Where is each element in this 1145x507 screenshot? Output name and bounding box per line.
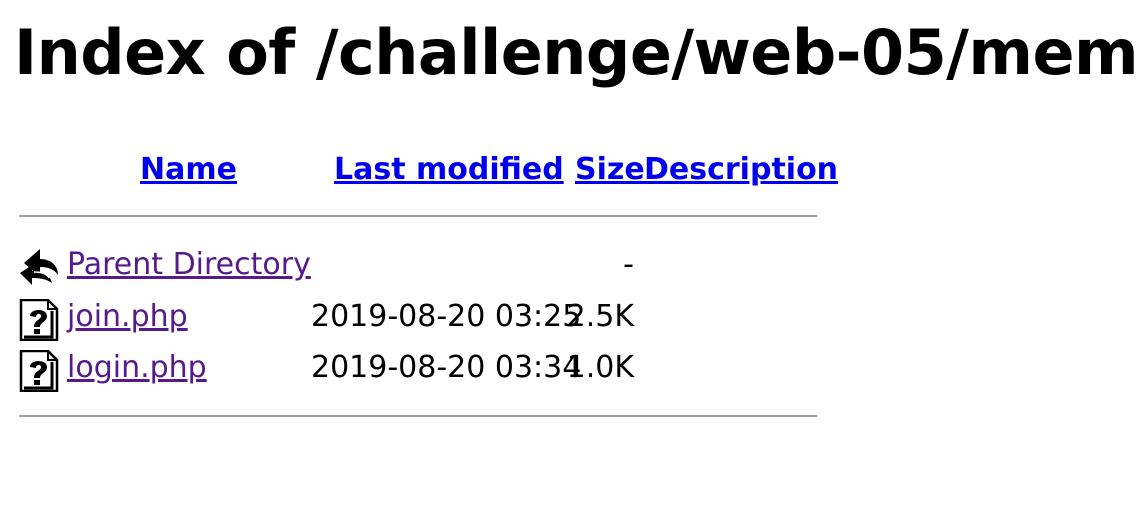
file-name: Parent Directory — [67, 247, 311, 283]
file-name: join.php — [67, 299, 188, 335]
sort-by-description-link[interactable]: Description — [644, 152, 838, 187]
table-row: Parent Directory - — [0, 243, 1145, 289]
column-header-size: Size — [575, 152, 645, 188]
file-size: - — [623, 247, 634, 282]
header-divider — [19, 215, 817, 217]
file-size: 2.5K — [566, 299, 634, 334]
footer-divider — [19, 415, 817, 417]
directory-listing-page: Index of /challenge/web-05/mem Name Last… — [0, 0, 1145, 507]
unknown-file-icon — [19, 350, 59, 392]
parent-directory-link[interactable]: Parent Directory — [67, 247, 311, 282]
file-size: 1.0K — [566, 350, 634, 385]
file-name: login.php — [67, 350, 207, 386]
back-arrow-icon — [20, 249, 58, 285]
column-header-last-modified: Last modified — [334, 152, 564, 188]
unknown-file-icon — [19, 299, 59, 341]
column-header-name: Name — [140, 152, 237, 188]
sort-by-size-link[interactable]: Size — [575, 152, 645, 187]
sort-by-name-link[interactable]: Name — [140, 152, 237, 187]
column-header-description: Description — [644, 152, 838, 188]
table-row: join.php 2019-08-20 03:25 2.5K — [0, 295, 1145, 341]
page-title: Index of /challenge/web-05/mem — [14, 16, 1139, 89]
join-php-link[interactable]: join.php — [67, 299, 188, 334]
table-row: login.php 2019-08-20 03:34 1.0K — [0, 346, 1145, 392]
sort-by-last-modified-link[interactable]: Last modified — [334, 152, 564, 187]
login-php-link[interactable]: login.php — [67, 350, 207, 385]
